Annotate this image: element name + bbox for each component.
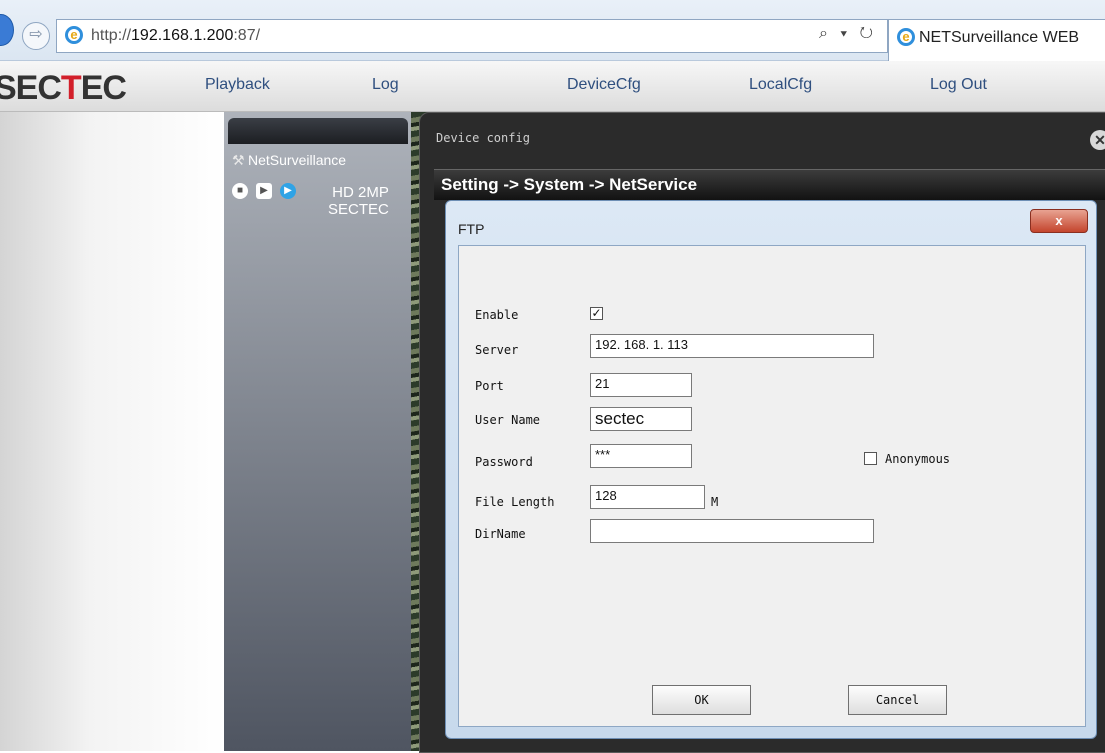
address-bar[interactable]: e http://192.168.1.200:87/ ⌕ ▾ ↻ xyxy=(56,19,888,53)
stop-icon[interactable]: ■ xyxy=(232,182,248,199)
device-config-title: Device config xyxy=(436,131,530,145)
dialog-title: FTP xyxy=(458,221,485,237)
username-field[interactable]: sectec xyxy=(590,407,692,431)
tree-root[interactable]: ⚒ NetSurveillance xyxy=(232,152,346,169)
anonymous-checkbox[interactable] xyxy=(864,452,877,465)
server-field[interactable]: 192. 168. 1. 113 xyxy=(590,334,874,358)
play-icon[interactable]: ▶ xyxy=(256,182,272,199)
wrench-icon: ⚒ xyxy=(232,152,245,168)
app-nav-bar: SECTEC Playback Log DeviceCfg LocalCfg L… xyxy=(0,61,1105,112)
ok-button[interactable]: OK xyxy=(652,685,751,715)
filelength-unit: M xyxy=(711,495,719,509)
password-label: Password xyxy=(475,455,533,469)
check-icon: ✓ xyxy=(591,306,602,320)
nav-log[interactable]: Log xyxy=(372,76,399,94)
dirname-field[interactable] xyxy=(590,519,874,543)
ie-logo-icon: e xyxy=(897,28,915,46)
anonymous-label: Anonymous xyxy=(885,452,951,466)
filelength-field[interactable]: 128 xyxy=(590,485,705,509)
tab-title: NETSurveillance WEB xyxy=(919,29,1080,46)
filelength-label: File Length xyxy=(475,495,555,509)
browser-tab[interactable]: e NETSurveillance WEB xyxy=(888,19,1105,61)
nav-devicecfg[interactable]: DeviceCfg xyxy=(567,76,641,94)
device-name[interactable]: HD 2MP SECTEC xyxy=(328,184,389,218)
ftp-form: Enable ✓ Server 192. 168. 1. 113 Port 21… xyxy=(458,245,1086,727)
ie-logo-icon: e xyxy=(65,26,83,44)
device-sidebar: ⚒ NetSurveillance ■ ▶ ▶ HD 2MP SECTEC xyxy=(224,112,411,751)
nav-localcfg[interactable]: LocalCfg xyxy=(749,76,812,94)
cancel-button[interactable]: Cancel xyxy=(848,685,947,715)
password-field[interactable]: *** xyxy=(590,444,692,468)
port-label: Port xyxy=(475,379,504,393)
breadcrumb: Setting -> System -> NetService xyxy=(434,169,1105,200)
back-button[interactable] xyxy=(0,14,14,46)
nav-logout[interactable]: Log Out xyxy=(930,76,987,94)
brand-logo: SECTEC xyxy=(0,69,127,107)
forward-button[interactable]: ⇨ xyxy=(22,22,50,50)
username-label: User Name xyxy=(475,413,541,427)
device-controls: ■ ▶ ▶ xyxy=(232,182,304,200)
dirname-label: DirName xyxy=(475,527,526,541)
sidebar-header xyxy=(228,118,408,144)
close-icon[interactable]: ✕ xyxy=(1090,130,1105,150)
server-label: Server xyxy=(475,343,519,357)
left-background xyxy=(0,112,225,751)
port-field[interactable]: 21 xyxy=(590,373,692,397)
breadcrumb-text: Setting -> System -> NetService xyxy=(441,175,698,194)
nav-playback[interactable]: Playback xyxy=(205,76,270,94)
enable-label: Enable xyxy=(475,308,519,322)
next-icon[interactable]: ▶ xyxy=(280,182,296,199)
enable-checkbox[interactable]: ✓ xyxy=(590,307,603,320)
dialog-close-button[interactable]: x xyxy=(1030,209,1088,233)
search-refresh-icon[interactable]: ⌕ ▾ ↻ xyxy=(819,25,877,43)
url-text: http://192.168.1.200:87/ xyxy=(91,27,261,44)
ftp-dialog: FTP x Enable ✓ Server 192. 168. 1. 113 P… xyxy=(445,200,1097,739)
browser-toolbar: ⇨ e http://192.168.1.200:87/ ⌕ ▾ ↻ e NET… xyxy=(0,0,1105,61)
